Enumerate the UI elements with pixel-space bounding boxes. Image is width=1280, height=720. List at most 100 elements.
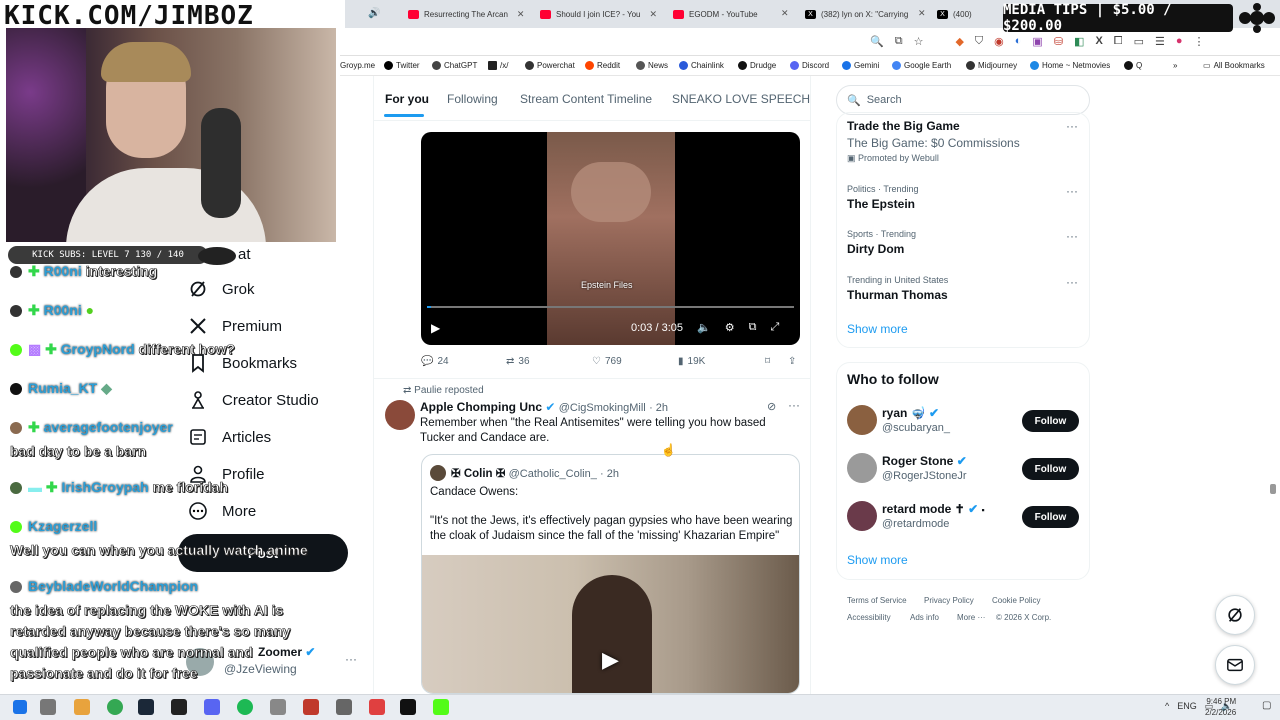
trend-menu-icon[interactable]: ···	[1066, 119, 1078, 133]
tab-sneako-love-speech[interactable]: SNEAKO LOVE SPEECH	[672, 92, 810, 106]
video-player[interactable]: Epstein Files ▶ 0:03 / 3:05 🔈 ⚙ ⧉ ⤢	[421, 132, 800, 345]
app-icon[interactable]	[270, 699, 286, 715]
bookmark-item[interactable]: Discord	[790, 61, 829, 70]
footer-link[interactable]: Ads info	[910, 613, 939, 622]
share-button[interactable]: ⇪	[788, 356, 796, 367]
account-menu-icon[interactable]: ···	[345, 652, 357, 666]
footer-link[interactable]: Accessibility	[847, 613, 891, 622]
play-icon[interactable]: ▶	[602, 647, 619, 673]
tab-stream-content-timeline[interactable]: Stream Content Timeline	[520, 92, 652, 106]
nav-item-creator-studio[interactable]: Creator Studio	[188, 390, 319, 410]
author-handle[interactable]: @CigSmokingMill	[559, 402, 646, 414]
discord-icon[interactable]	[204, 699, 220, 715]
all-bookmarks[interactable]: ▭ All Bookmarks	[1203, 61, 1265, 70]
grok-icon[interactable]: ⊘	[767, 400, 776, 413]
extension-icon[interactable]: ⛁	[1054, 35, 1063, 48]
follow-name[interactable]: ryan 🤿 ✔	[882, 406, 939, 420]
follow-button[interactable]: Follow	[1022, 458, 1079, 480]
steam-icon[interactable]	[138, 699, 154, 715]
clock[interactable]: 9:46 PM 2/2/2026	[1205, 696, 1236, 718]
nav-item-articles[interactable]: Articles	[188, 427, 271, 447]
views-button[interactable]: ▮ 19K	[678, 356, 705, 367]
repost-button[interactable]: ⇄ 36	[506, 356, 530, 367]
task-view-icon[interactable]	[40, 699, 56, 715]
app-icon[interactable]	[303, 699, 319, 715]
tab-following[interactable]: Following	[447, 92, 498, 106]
browser-tab[interactable]: X (382) lyn on X: "Carrying	[805, 3, 925, 25]
bookmark-item[interactable]: Google Earth	[892, 61, 951, 70]
search-input[interactable]: 🔍 Search	[836, 85, 1090, 115]
volume-icon[interactable]: 🔈	[697, 321, 711, 334]
extension-icon[interactable]: ◆	[955, 35, 963, 48]
close-tab-icon[interactable]: ✕	[781, 8, 789, 19]
bookmark-item[interactable]: Chainlink	[679, 61, 724, 70]
trend-title[interactable]: The Epstein	[847, 197, 915, 211]
nav-item-more[interactable]: More	[188, 501, 256, 521]
follow-name[interactable]: Roger Stone ✔	[882, 454, 967, 468]
fullscreen-icon[interactable]: ⤢	[770, 321, 779, 334]
close-tab-icon[interactable]: ✕	[517, 9, 525, 20]
x-app-icon[interactable]	[400, 699, 416, 715]
x-extension-icon[interactable]: X	[1095, 35, 1102, 48]
nav-item-grok[interactable]: Grok	[188, 279, 255, 299]
post-menu-icon[interactable]: ···	[788, 398, 800, 412]
app-icon[interactable]	[171, 699, 187, 715]
footer-link[interactable]: Cookie Policy	[992, 596, 1040, 605]
language-indicator[interactable]: ENG	[1177, 701, 1197, 712]
trend-title[interactable]: Thurman Thomas	[847, 288, 948, 302]
bookmark-button[interactable]: ⌑	[765, 356, 770, 367]
profile-avatar-icon[interactable]: ●	[1176, 35, 1183, 48]
avatar[interactable]	[847, 405, 877, 435]
footer-link[interactable]: Terms of Service	[847, 596, 907, 605]
bookmark-item[interactable]: Drudge	[738, 61, 776, 70]
author-name[interactable]: Apple Chomping Unc	[420, 400, 542, 414]
bookmark-item[interactable]: Q	[1124, 61, 1142, 70]
trend-menu-icon[interactable]: ···	[1066, 184, 1078, 198]
reply-button[interactable]: 💬 24	[421, 356, 449, 367]
like-button[interactable]: ♡ 769	[592, 356, 622, 367]
bookmark-item[interactable]: Powerchat	[525, 61, 575, 70]
bookmark-item[interactable]: Midjourney	[966, 61, 1017, 70]
spotify-icon[interactable]	[237, 699, 253, 715]
extension-icon[interactable]: ◧	[1074, 35, 1084, 48]
install-icon[interactable]: ⧉	[895, 35, 903, 48]
notifications-icon[interactable]: ▢	[1262, 700, 1271, 711]
puzzle-icon[interactable]: ⧠	[1114, 35, 1123, 48]
quote-video[interactable]: ▶	[422, 555, 799, 693]
browser-tab[interactable]: Resurrecting The Arcan ✕	[408, 3, 528, 25]
chrome-icon[interactable]	[107, 699, 123, 715]
follow-button[interactable]: Follow	[1022, 506, 1079, 528]
chevron-up-icon[interactable]: ^	[1165, 701, 1169, 712]
extension-icon[interactable]: ◐	[1015, 35, 1022, 48]
app-icon[interactable]	[336, 699, 352, 715]
sidebar-icon[interactable]: ▭	[1134, 35, 1144, 48]
bookmark-item[interactable]: ChatGPT	[432, 61, 477, 70]
footer-link[interactable]: Privacy Policy	[924, 596, 974, 605]
browser-tab[interactable]: Should I join ICE? - You ✕	[540, 3, 660, 25]
bookmark-item[interactable]: Gemini	[842, 61, 879, 70]
bookmark-item[interactable]: /x/	[488, 61, 508, 70]
grok-fab[interactable]	[1215, 595, 1255, 635]
bookmark-item[interactable]: Groyp.me	[340, 61, 375, 70]
tab-for-you[interactable]: For you	[385, 92, 429, 106]
follow-name[interactable]: retard mode ✝ ✔ ▪	[882, 502, 985, 516]
trend-menu-icon[interactable]: ···	[1066, 229, 1078, 243]
show-more-link[interactable]: Show more	[847, 553, 908, 567]
video-progress-track[interactable]	[427, 306, 794, 308]
file-explorer-icon[interactable]	[74, 699, 90, 715]
pip-icon[interactable]: ⧉	[749, 321, 757, 334]
settings-gear-icon[interactable]: ⚙	[725, 321, 735, 334]
bookmarks-overflow-icon[interactable]: »	[1173, 61, 1177, 70]
avatar[interactable]	[847, 501, 877, 531]
trend-menu-icon[interactable]: ···	[1066, 275, 1078, 289]
start-icon[interactable]	[13, 700, 27, 714]
bookmark-item[interactable]: Reddit	[585, 61, 620, 70]
footer-more[interactable]: More ···	[957, 613, 985, 622]
show-more-link[interactable]: Show more	[847, 322, 908, 336]
close-tab-icon[interactable]: ✕	[650, 9, 658, 20]
tab-audio-icon[interactable]: 🔊	[368, 8, 380, 19]
extension-icon[interactable]: ▣	[1032, 35, 1042, 48]
bookmark-item[interactable]: News	[636, 61, 668, 70]
app-icon[interactable]	[369, 699, 385, 715]
extension-icon[interactable]: ◉	[994, 35, 1004, 48]
